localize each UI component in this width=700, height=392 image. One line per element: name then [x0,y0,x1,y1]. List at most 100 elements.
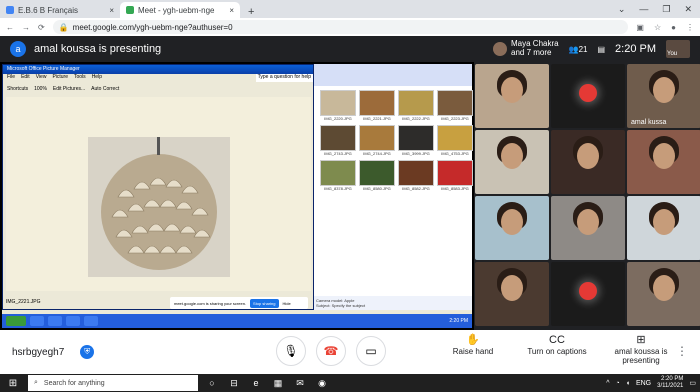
thumbnail-label: IMG_2743.JPG [324,151,352,156]
participant-tile[interactable] [551,130,625,194]
thumbnail-label: IMG_2223.JPG [441,116,469,121]
chat-icon[interactable]: ▤ [597,45,605,54]
address-bar-icons: ▣ ☆ ● ⋮ [636,23,694,32]
participant-face [653,274,675,301]
participant-name: amal kussa [631,119,667,126]
thumbnail-image [437,160,473,186]
wifi-icon[interactable]: ◔ [615,380,619,387]
thumbnail-item[interactable]: IMG_2222.JPG [398,90,434,122]
thumbnail-image [437,125,473,151]
forward-icon[interactable]: → [22,23,30,32]
close-tab-icon[interactable]: × [109,6,114,15]
windows-start-icon[interactable]: ⊞ [4,378,22,389]
participant-tile[interactable]: amal kussa [627,64,700,128]
taskbar-clock[interactable]: 2:20 PM 3/11/2021 [657,376,683,389]
window-controls: ⌄ — ❐ ✕ [610,4,700,18]
remote-taskbar: 2:20 PM [2,314,472,328]
system-tray: ^ ◔ ◖ ENG 2:20 PM 3/11/2021 ▭ [606,376,696,389]
participant-tile[interactable] [475,262,549,326]
menu-tools: Tools [74,74,86,80]
screen-share-notice: meet.google.com is sharing your screen. … [170,297,308,309]
participant-face [653,142,675,169]
tray-chevron-icon[interactable]: ^ [606,380,609,387]
close-window-icon[interactable]: ✕ [684,4,692,15]
raise-hand-button[interactable]: ✋ Raise hand [440,334,506,366]
thumbnail-image [320,125,356,151]
tab-search-icon[interactable]: ⌄ [618,4,626,15]
participant-tile[interactable] [475,196,549,260]
thumbnail-item[interactable]: IMG_2220.JPG [320,90,356,122]
cortana-icon[interactable]: ○ [204,378,220,388]
menu-icon[interactable]: ⋮ [686,23,694,32]
meeting-controls: hsrbgyegh7 ⛨ 🎙 ☎ ▭ ✋ Raise hand CC Turn … [0,330,700,374]
thumbnail-item[interactable]: IMG_8580.JPG [359,160,395,192]
participant-tile[interactable] [627,262,700,326]
hang-up-button[interactable]: ☎ [316,336,346,366]
security-shield-icon[interactable]: ⛨ [80,345,95,359]
stop-sharing-button[interactable]: Stop sharing [250,298,279,308]
camera-button[interactable]: ▭ [356,336,386,366]
back-icon[interactable]: ← [6,23,14,32]
people-icon[interactable]: 👥21 [569,45,588,54]
camera-icon[interactable]: ▣ [636,23,644,32]
microphone-button[interactable]: 🎙 [276,336,306,366]
explorer-toolbar [314,64,472,86]
address-bar[interactable]: 🔒 meet.google.com/ygh-uebm-nge?authuser=… [52,20,629,34]
participant-grid: amal kussa [474,62,700,330]
participant-tile[interactable] [627,196,700,260]
thumbnail-item[interactable]: IMG_4753.JPG [437,125,473,157]
shared-screen: Microsoft Office Picture Manager File Ed… [2,64,473,328]
profile-icon[interactable]: ● [671,23,676,32]
thumbnail-item[interactable]: IMG_8378.JPG [320,160,356,192]
more-options-icon[interactable]: ⋮ [676,344,688,358]
chrome-icon[interactable]: ◉ [314,378,330,389]
attendee-avatar [493,42,508,56]
thumbnail-item[interactable]: IMG_8582.JPG [398,160,434,192]
hide-button[interactable]: Hide [283,301,291,306]
participant-tile[interactable] [475,64,549,128]
taskbar-search[interactable]: ⌕ Search for anything [28,375,198,391]
tool-edit-pictures: Edit Pictures... [52,86,86,92]
new-tab-button[interactable]: + [240,6,262,18]
bookmark-star-icon[interactable]: ☆ [654,23,661,32]
language-indicator[interactable]: ENG [636,380,651,387]
store-icon[interactable]: ▦ [270,378,286,389]
notifications-icon[interactable]: ▭ [689,379,696,387]
thumbnail-item[interactable]: IMG_8583.JPG [437,160,473,192]
thumbnail-item[interactable]: IMG_2221.JPG [359,90,395,122]
volume-icon[interactable]: ◖ [626,380,630,387]
participant-tile[interactable] [475,130,549,194]
edge-icon[interactable]: e [248,378,264,388]
thumbnail-item[interactable]: IMG_2743.JPG [320,125,356,157]
attendees-summary[interactable]: Maya Chakra and 7 more [493,39,559,58]
search-placeholder: Search for anything [43,379,105,387]
task-view-icon[interactable]: ⊟ [226,378,242,389]
attendee-more: and 7 more [511,48,552,57]
presenting-button[interactable]: ⊞ amal koussa is presenting [608,334,674,366]
participant-tile[interactable] [551,262,625,326]
captions-button[interactable]: CC Turn on captions [524,334,590,366]
thumbnail-item[interactable]: IMG_2223.JPG [437,90,473,122]
participant-tile[interactable] [551,64,625,128]
tab-meet[interactable]: Meet - ygh-uebm-nge × [120,2,240,18]
close-tab-icon[interactable]: × [229,6,234,15]
thumbnail-item[interactable]: IMG_3999.JPG [398,125,434,157]
participant-face [577,208,599,235]
meeting-clock: 2:20 PM [615,43,656,55]
participant-tile[interactable] [551,196,625,260]
self-view-tile[interactable]: You [666,40,690,58]
reload-icon[interactable]: ⟳ [38,23,45,32]
thumbnail-item[interactable]: IMG_2744.JPG [359,125,395,157]
participant-face [653,76,675,103]
minimize-icon[interactable]: — [639,4,648,15]
restore-icon[interactable]: ❐ [662,4,670,15]
presentation-stage: Microsoft Office Picture Manager File Ed… [0,62,474,330]
meet-top-bar: a amal koussa is presenting Maya Chakra … [0,36,700,62]
thumbnail-image [359,90,395,116]
avatar-image [579,281,597,300]
explorer-details: Camera model: Apple Subject: Specify the… [314,296,472,310]
mail-icon[interactable]: ✉ [292,378,308,389]
url-text: meet.google.com/ygh-uebm-nge?authuser=0 [72,22,233,32]
participant-tile[interactable] [627,130,700,194]
tab-francais[interactable]: E.B.6 B Français × [0,2,120,18]
